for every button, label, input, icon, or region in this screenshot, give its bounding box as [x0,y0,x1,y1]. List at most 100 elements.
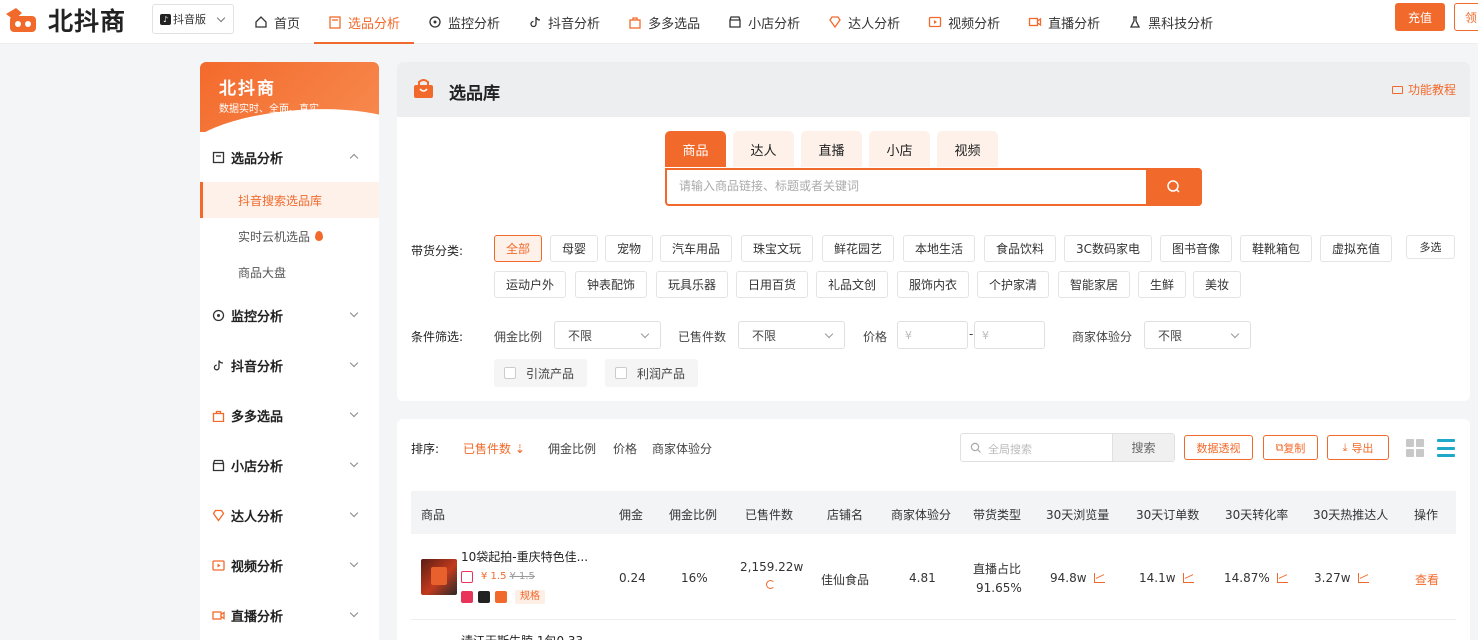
search-input[interactable] [679,179,1139,193]
nav-shop[interactable]: 小店分析 [714,0,814,44]
nav-monitor[interactable]: 监控分析 [414,0,514,44]
product-name[interactable]: 10袋起拍-重庆特色佳... [461,548,588,565]
download-icon: ⤓ [1342,440,1348,454]
traffic-product-checkbox[interactable]: 引流产品 [494,359,587,387]
category-chip[interactable]: 玩具乐器 [656,271,729,298]
category-chip[interactable]: 服饰内衣 [897,271,970,298]
category-chip[interactable]: 运动户外 [494,271,567,298]
top-nav: 北抖商 ♪ 抖音版 首页 选品分析 监控分析 抖音分析 多多选品 小店分析 达人… [0,0,1478,44]
category-chip[interactable]: 汽车用品 [660,235,733,262]
nav-influencer[interactable]: 达人分析 [814,0,914,44]
spec-tag[interactable]: 规格 [515,590,545,604]
price-max-input[interactable]: ¥ [974,321,1045,349]
column-header[interactable]: 30天转化率 [1225,506,1288,523]
category-chip[interactable]: 宠物 [605,235,654,262]
tab-video[interactable]: 视频 [937,131,998,167]
category-chip[interactable]: 鞋靴箱包 [1240,235,1313,262]
shop-name[interactable]: 佳仙食品 [821,571,869,588]
profit-product-checkbox[interactable]: 利润产品 [605,359,698,387]
copy-button[interactable]: ⧉ 复制 [1263,435,1318,460]
data-pivot-button[interactable]: 数据透视 [1184,435,1253,460]
sort-merchant-score[interactable]: 商家体验分 [652,440,712,457]
category-chip[interactable]: 智能家居 [1058,271,1131,298]
tab-live[interactable]: 直播 [801,131,862,167]
sort-price[interactable]: 价格 [613,440,637,457]
column-header[interactable]: 30天热推达人 [1313,506,1388,523]
category-chip[interactable]: 鲜花园艺 [822,235,895,262]
platform-switcher[interactable]: ♪ 抖音版 [152,4,234,34]
claim-button[interactable]: 领 [1454,3,1478,31]
sidebar-group-label: 监控分析 [231,309,284,325]
product-thumbnail[interactable] [421,559,457,595]
column-header[interactable]: 已售件数 [745,506,793,523]
tutorial-link[interactable]: 功能教程 [1391,81,1456,98]
sidebar-item-douyin-search-library[interactable]: 抖音搜索选品库 [200,182,379,218]
column-header[interactable]: 佣金 [619,506,643,523]
table-row[interactable]: 请江天斯牛腩 1包0.33 [411,620,1456,640]
nav-duoduo[interactable]: 多多选品 [614,0,714,44]
category-chip[interactable]: 生鲜 [1138,271,1187,298]
category-chip[interactable]: 虚拟充值 [1320,235,1393,262]
column-header[interactable]: 商家体验分 [891,506,951,523]
sold-count-select[interactable]: 不限 [738,321,845,349]
refresh-icon[interactable] [766,580,775,589]
nav-live[interactable]: 直播分析 [1014,0,1114,44]
sort-sold-count[interactable]: 已售件数 ⇣ [463,440,525,457]
merchant-score-select[interactable]: 不限 [1144,321,1251,349]
category-chip[interactable]: 个护家清 [977,271,1050,298]
column-header[interactable]: 佣金比例 [669,506,717,523]
nav-product-analysis[interactable]: 选品分析 [314,0,415,44]
category-chip[interactable]: 美妆 [1193,271,1242,298]
sort-commission-rate[interactable]: 佣金比例 [548,440,596,457]
trend-chart-icon[interactable] [1182,573,1194,583]
export-button[interactable]: ⤓ 导出 [1327,435,1389,460]
trend-chart-icon[interactable] [1357,573,1369,583]
brand-logo[interactable]: 北抖商 [2,2,126,38]
category-chip[interactable]: 全部 [494,235,543,262]
category-chip[interactable]: 日用百货 [736,271,809,298]
list-view-icon[interactable] [1437,439,1455,457]
sidebar-group-monitor[interactable]: 监控分析 [200,290,379,340]
nav-video[interactable]: 视频分析 [914,0,1014,44]
sidebar-group-influencer[interactable]: 达人分析 [200,490,379,540]
category-chip[interactable]: 珠宝文玩 [741,235,814,262]
nav-blacktech[interactable]: 黑科技分析 [1114,0,1227,44]
nav-home[interactable]: 首页 [240,0,314,44]
search-button[interactable] [1146,168,1202,206]
sidebar-group-duoduo[interactable]: 多多选品 [200,390,379,440]
sidebar-group-product-analysis[interactable]: 选品分析 [200,132,379,182]
recharge-button[interactable]: 充值 [1395,3,1445,31]
sidebar-item-product-market[interactable]: 商品大盘 [200,254,379,290]
global-search-button[interactable]: 搜索 [1112,434,1174,461]
trend-chart-icon[interactable] [1093,573,1105,583]
sidebar-group-video[interactable]: 视频分析 [200,540,379,590]
sidebar-group-live[interactable]: 直播分析 [200,590,379,640]
category-chip[interactable]: 3C数码家电 [1064,235,1153,262]
category-chip[interactable]: 钟表配饰 [575,271,648,298]
tab-influencer[interactable]: 达人 [733,131,794,167]
commission-rate-select[interactable]: 不限 [554,321,661,349]
view-button[interactable]: 查看 [1415,571,1439,588]
tab-product[interactable]: 商品 [665,131,726,167]
category-chip[interactable]: 食品饮料 [984,235,1057,262]
trend-chart-icon[interactable] [1276,573,1288,583]
column-header[interactable]: 30天订单数 [1136,506,1199,523]
category-chip[interactable]: 图书音像 [1160,235,1233,262]
column-header[interactable]: 30天浏览量 [1046,506,1109,523]
global-search-input[interactable]: 全局搜索 [988,441,1032,457]
category-chip[interactable]: 本地生活 [903,235,976,262]
product-name[interactable]: 请江天斯牛腩 1包0.33 [461,632,583,640]
tab-shop[interactable]: 小店 [869,131,930,167]
price-min-input[interactable]: ¥ [897,321,968,349]
category-chip[interactable]: 母婴 [550,235,599,262]
grid-view-icon[interactable] [1406,439,1424,457]
sidebar-group-shop[interactable]: 小店分析 [200,440,379,490]
video-icon [1391,85,1403,94]
table-row[interactable]: 10袋起拍-重庆特色佳... ¥ 1.5 ¥ 1.5 规格 0.24 16% 2,… [411,534,1456,620]
camera-icon [1028,17,1042,27]
sidebar-item-realtime-cloud[interactable]: 实时云机选品 [200,218,379,254]
nav-douyin[interactable]: 抖音分析 [514,0,614,44]
sidebar-group-douyin[interactable]: 抖音分析 [200,340,379,390]
category-chip[interactable]: 礼品文创 [816,271,889,298]
multi-select-button[interactable]: 多选 [1406,235,1455,259]
